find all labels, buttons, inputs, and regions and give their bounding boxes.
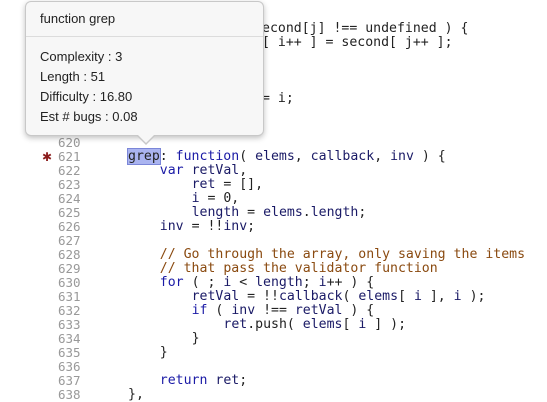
code-text: length = elems.length; bbox=[191, 205, 367, 220]
code-line: 630 for ( ; i < length; i++ ) { bbox=[0, 276, 547, 290]
bugs-stat: Est # bugs : 0.08 bbox=[40, 109, 138, 124]
difficulty-stat: Difficulty : 16.80 bbox=[40, 89, 133, 104]
code-text: if ( inv !== retVal ) { bbox=[191, 303, 375, 318]
code-line: 634} bbox=[0, 332, 547, 346]
code-text: var retVal, bbox=[159, 163, 248, 178]
line-number: 620 bbox=[58, 135, 81, 150]
code-line: 635} bbox=[0, 346, 547, 360]
function-metrics-tooltip: function grep Complexity : 3 Length : 51… bbox=[25, 1, 264, 145]
line-number: 634 bbox=[58, 331, 81, 346]
line-number: 621 bbox=[58, 149, 81, 164]
code-line: 622 var retVal, bbox=[0, 164, 547, 178]
code-text: // that pass the validator function bbox=[159, 261, 438, 276]
line-number: 629 bbox=[58, 261, 81, 276]
length-stat: Length : 51 bbox=[40, 69, 106, 84]
code-text: i = 0, bbox=[191, 191, 240, 206]
line-number: 628 bbox=[58, 247, 81, 262]
code-text: } bbox=[191, 331, 200, 346]
line-number: 623 bbox=[58, 177, 81, 192]
line-number: 633 bbox=[58, 317, 81, 332]
line-number: 637 bbox=[58, 373, 81, 388]
code-line: 620 bbox=[0, 136, 547, 150]
line-number: 624 bbox=[58, 191, 81, 206]
code-line: 628 // Go through the array, only saving … bbox=[0, 248, 547, 262]
code-text: grep: function( elems, callback, inv ) { bbox=[127, 148, 446, 165]
line-number: 622 bbox=[58, 163, 81, 178]
line-number: 627 bbox=[58, 233, 81, 248]
line-number: 635 bbox=[58, 345, 81, 360]
code-line: 625 length = elems.length; bbox=[0, 206, 547, 220]
code-line: 633 ret.push( elems[ i ] ); bbox=[0, 318, 547, 332]
code-line: 621 ✱ grep: function( elems, callback, inv… bbox=[0, 148, 547, 165]
complexity-stat: Complexity : 3 bbox=[40, 49, 123, 64]
code-line: 636 bbox=[0, 360, 547, 374]
line-number: 625 bbox=[58, 205, 81, 220]
code-line: 627 bbox=[0, 234, 547, 248]
code-text: retVal = !!callback( elems[ i ], i ); bbox=[191, 289, 486, 304]
code-text: return ret; bbox=[159, 373, 248, 388]
gear-icon[interactable]: ✱ bbox=[41, 150, 53, 164]
code-line: 624 i = 0, bbox=[0, 192, 547, 206]
code-line: 626 inv = !!inv; bbox=[0, 220, 547, 234]
line-number: 632 bbox=[58, 303, 81, 318]
line-number: 631 bbox=[58, 289, 81, 304]
code-text: } bbox=[159, 345, 168, 360]
code-line: 623 ret = [], bbox=[0, 178, 547, 192]
line-number: 636 bbox=[58, 359, 81, 374]
code-text: for ( ; i < length; i++ ) { bbox=[159, 275, 375, 290]
tooltip-arrow-inner bbox=[137, 134, 155, 143]
code-line: 629 // that pass the validator function bbox=[0, 262, 547, 276]
line-number: 630 bbox=[58, 275, 81, 290]
code-line: 637 return ret; bbox=[0, 374, 547, 388]
code-text: // Go through the array, only saving the… bbox=[159, 247, 526, 262]
tooltip-title: function grep bbox=[26, 2, 263, 37]
code-text: ret = [], bbox=[191, 177, 264, 192]
code-text: inv = !!inv; bbox=[159, 219, 256, 234]
tooltip-body: Complexity : 3 Length : 51 Difficulty : … bbox=[26, 37, 263, 127]
code-line: 632 if ( inv !== retVal ) { bbox=[0, 304, 547, 318]
code-line: 631 retVal = !!callback( elems[ i ], i ); bbox=[0, 290, 547, 304]
selected-identifier[interactable]: grep bbox=[127, 148, 161, 165]
line-number: 626 bbox=[58, 219, 81, 234]
code-text: ret.push( elems[ i ] ); bbox=[223, 317, 407, 332]
